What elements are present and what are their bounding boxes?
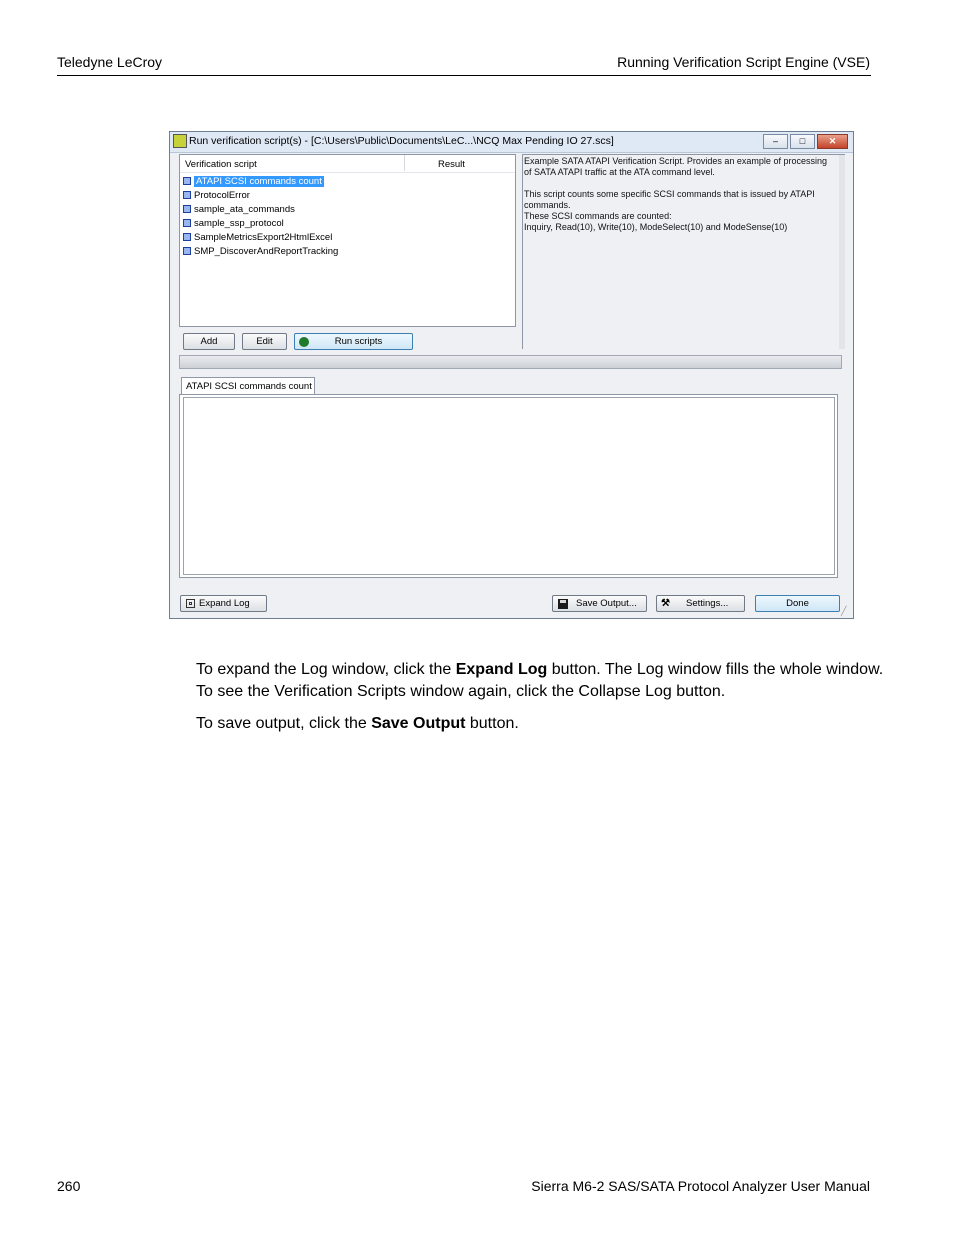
play-icon — [299, 337, 309, 347]
script-icon — [183, 219, 191, 227]
list-item-label: sample_ata_commands — [194, 203, 295, 215]
list-item[interactable]: ATAPI SCSI commands count — [183, 174, 338, 188]
paragraph-expand-log: To expand the Log window, click the Expa… — [196, 659, 886, 703]
list-item[interactable]: sample_ssp_protocol — [183, 216, 338, 230]
log-output[interactable] — [183, 397, 835, 575]
page-number: 260 — [57, 1178, 81, 1194]
window-title: Run verification script(s) - [C:\Users\P… — [189, 135, 614, 147]
column-header-result[interactable]: Result — [438, 159, 465, 170]
list-item[interactable]: SMP_DiscoverAndReportTracking — [183, 244, 338, 258]
script-icon — [183, 191, 191, 199]
app-icon — [173, 134, 187, 148]
page-header-right: Running Verification Script Engine (VSE) — [617, 54, 870, 70]
progress-bar — [179, 355, 842, 369]
expand-log-label: Expand Log — [199, 598, 250, 609]
p2-text-end: button. — [465, 715, 519, 732]
list-item-label: ProtocolError — [194, 189, 250, 201]
list-item-label: SMP_DiscoverAndReportTracking — [194, 245, 339, 257]
list-item[interactable]: ProtocolError — [183, 188, 338, 202]
list-item-label: ATAPI SCSI commands count — [194, 175, 324, 187]
script-icon — [183, 177, 191, 185]
minimize-button[interactable]: – — [763, 134, 788, 149]
settings-button[interactable]: ⚒ Settings... — [656, 595, 745, 612]
p1-text: To expand the Log window, click the — [196, 661, 456, 678]
run-scripts-button[interactable]: Run scripts — [294, 333, 413, 350]
p2-text: To save output, click the — [196, 715, 372, 732]
log-panel — [179, 394, 838, 578]
list-item-label: sample_ssp_protocol — [194, 217, 284, 229]
script-icon — [183, 233, 191, 241]
list-items: ATAPI SCSI commands count ProtocolError … — [183, 174, 338, 258]
maximize-button[interactable]: □ — [790, 134, 815, 149]
tab-log[interactable]: ATAPI SCSI commands count — [181, 377, 315, 394]
expand-log-button[interactable]: Expand Log — [180, 595, 267, 612]
page-footer-title: Sierra M6-2 SAS/SATA Protocol Analyzer U… — [531, 1178, 870, 1194]
add-button[interactable]: Add — [183, 333, 235, 350]
resize-grip-icon[interactable]: ╱ — [841, 606, 851, 616]
window-titlebar[interactable]: Run verification script(s) - [C:\Users\P… — [170, 132, 853, 153]
page-header-left: Teledyne LeCroy — [57, 54, 163, 70]
close-button[interactable]: ✕ — [817, 134, 848, 149]
save-output-button[interactable]: Save Output... — [552, 595, 647, 612]
script-icon — [183, 205, 191, 213]
paragraph-save-output: To save output, click the Save Output bu… — [196, 713, 886, 735]
script-icon — [183, 247, 191, 255]
expand-icon — [186, 599, 195, 608]
run-scripts-label: Run scripts — [334, 336, 383, 347]
header-rule — [57, 75, 871, 76]
script-description-panel[interactable]: Example SATA ATAPI Verification Script. … — [522, 154, 845, 349]
save-output-label: Save Output... — [576, 598, 637, 609]
column-separator[interactable] — [404, 155, 405, 171]
edit-button[interactable]: Edit — [242, 333, 287, 350]
vse-window: Run verification script(s) - [C:\Users\P… — [169, 131, 854, 619]
tools-icon: ⚒ — [661, 598, 670, 609]
done-button[interactable]: Done — [755, 595, 840, 612]
p2-bold: Save Output — [371, 715, 466, 732]
list-item[interactable]: sample_ata_commands — [183, 202, 338, 216]
column-header-script[interactable]: Verification script — [185, 159, 257, 170]
p1-bold: Expand Log — [455, 661, 548, 678]
list-item[interactable]: SampleMetricsExport2HtmlExcel — [183, 230, 338, 244]
script-list[interactable]: Verification script Result ATAPI SCSI co… — [179, 154, 516, 327]
settings-label: Settings... — [686, 598, 729, 609]
script-description: Example SATA ATAPI Verification Script. … — [524, 156, 827, 232]
list-item-label: SampleMetricsExport2HtmlExcel — [194, 231, 333, 243]
description-scrollbar[interactable] — [839, 155, 845, 349]
list-header: Verification script Result — [180, 155, 515, 173]
floppy-disk-icon — [558, 598, 568, 609]
